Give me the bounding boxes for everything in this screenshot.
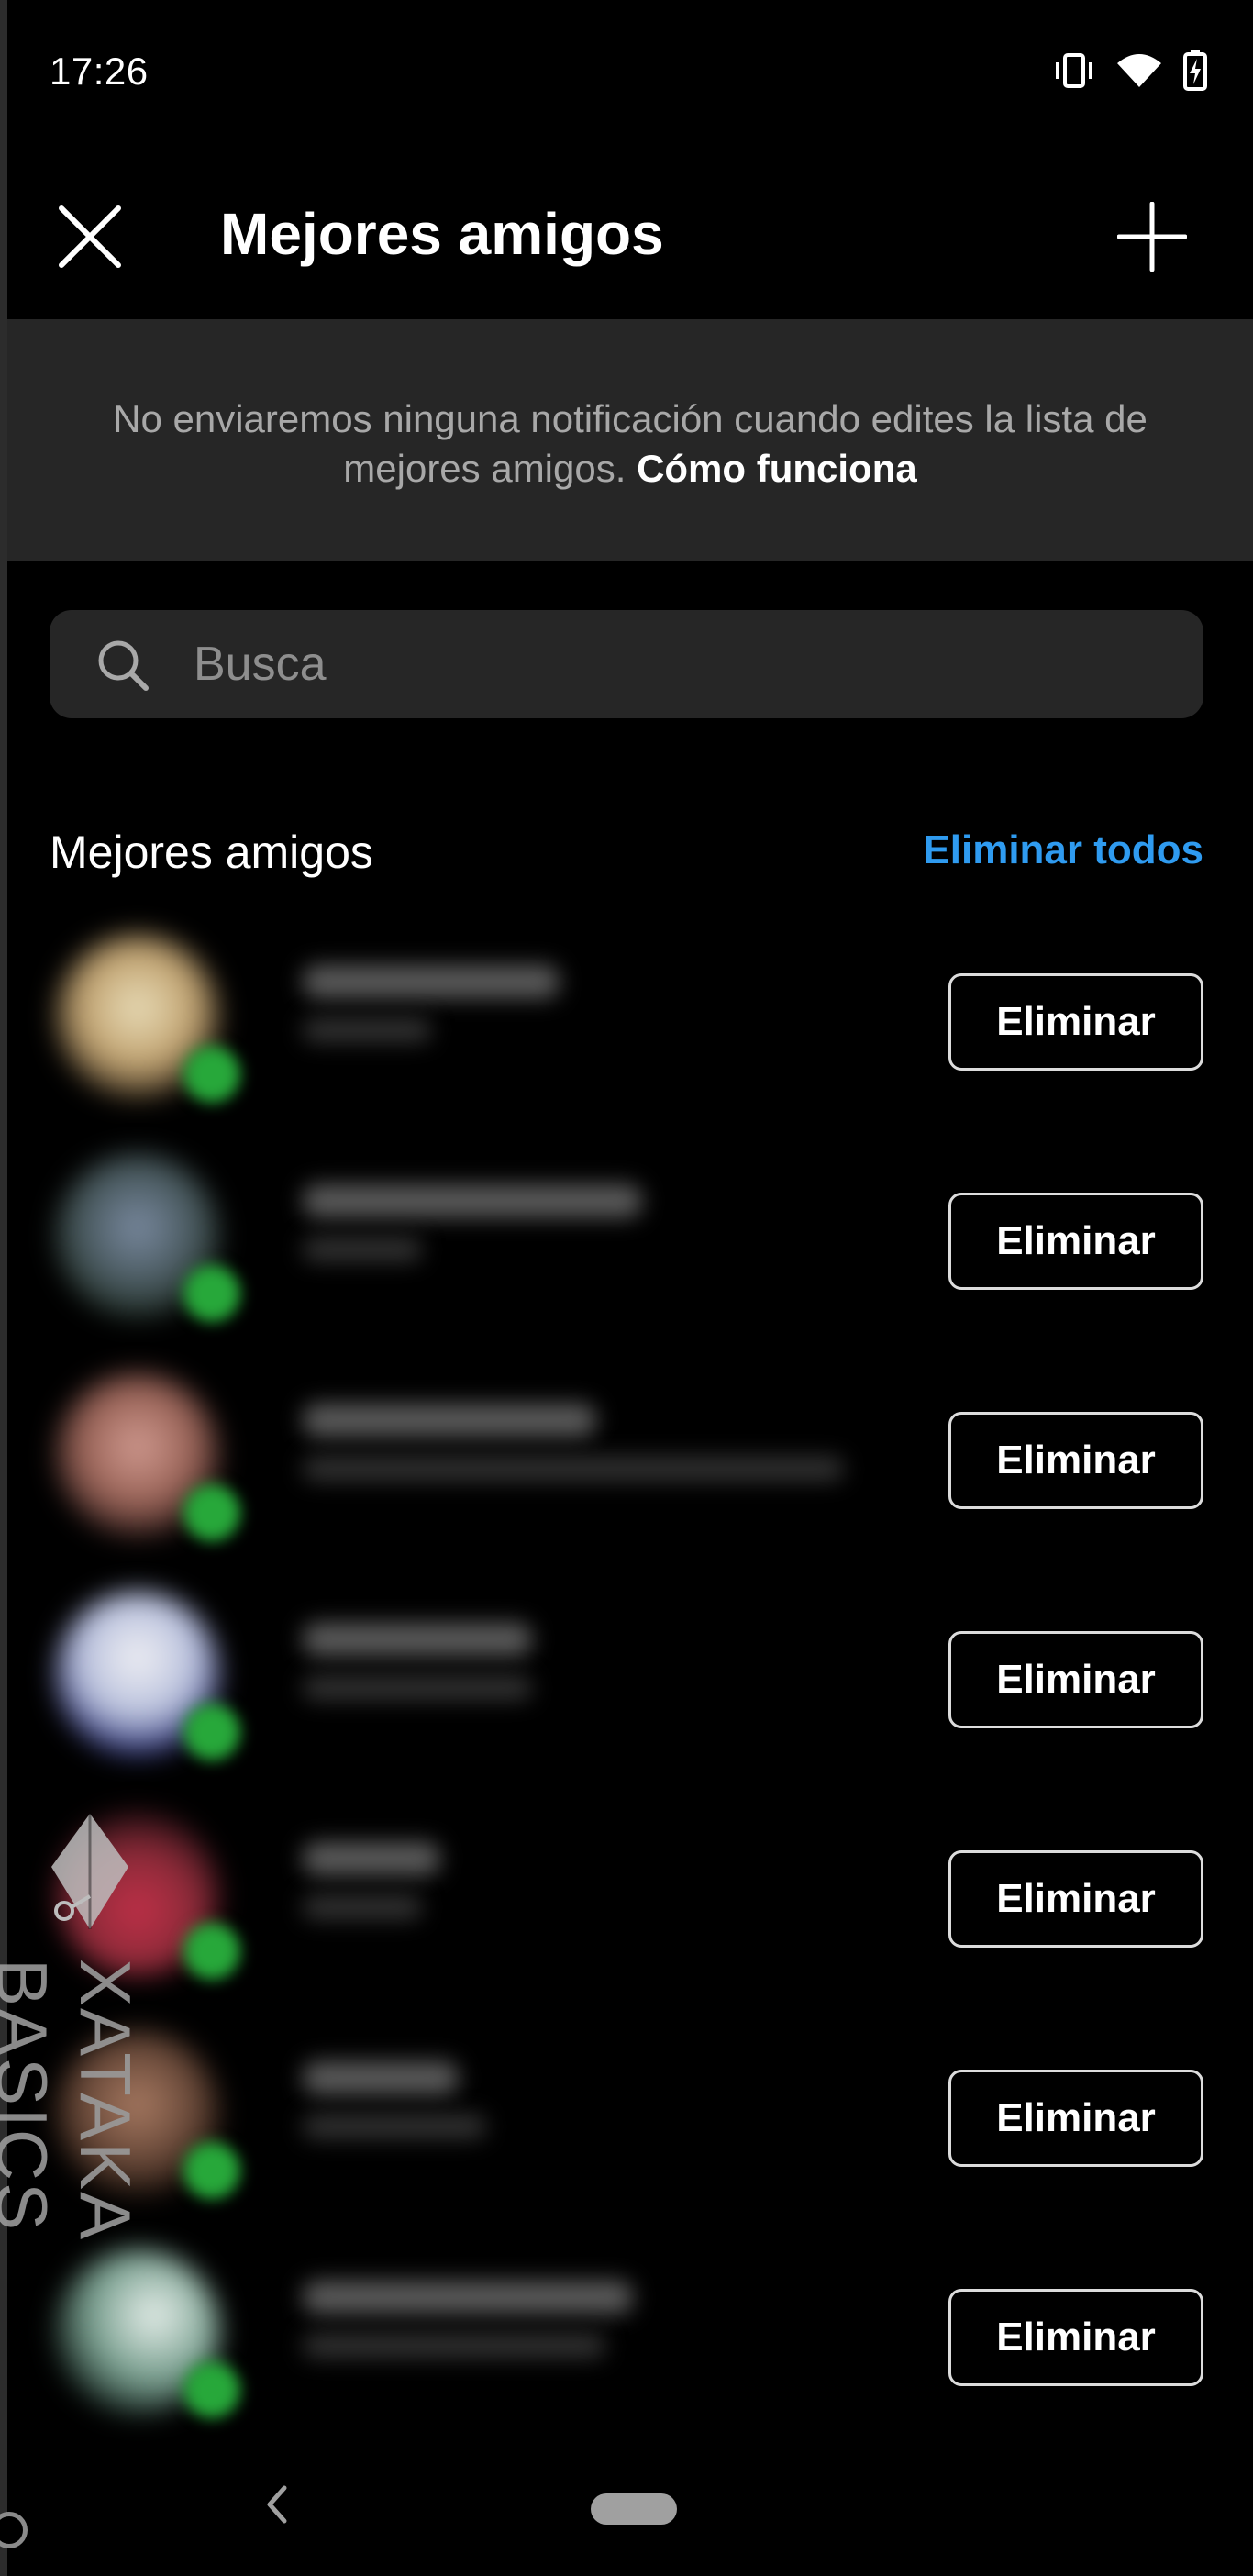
blurred-username bbox=[303, 1404, 596, 1437]
blurred-full-name bbox=[303, 1457, 844, 1481]
back-icon[interactable] bbox=[255, 2477, 301, 2532]
wifi-icon bbox=[1115, 52, 1163, 89]
blurred-full-name bbox=[303, 1895, 422, 1919]
blurred-username bbox=[303, 965, 560, 998]
vibrate-icon bbox=[1053, 52, 1095, 89]
remove-button[interactable]: Eliminar bbox=[948, 1850, 1203, 1948]
system-navigation-bar bbox=[7, 2440, 1253, 2576]
watermark-text: XATAKA BASICS bbox=[0, 1959, 146, 2237]
remove-button[interactable]: Eliminar bbox=[948, 1193, 1203, 1290]
blurred-full-name bbox=[303, 2115, 486, 2138]
friend-row: Eliminar bbox=[0, 1785, 1253, 2004]
remove-button[interactable]: Eliminar bbox=[948, 2070, 1203, 2167]
blurred-full-name bbox=[303, 1238, 422, 1261]
friend-row: Eliminar bbox=[0, 1566, 1253, 1785]
status-bar: 17:26 bbox=[7, 0, 1253, 151]
remove-button[interactable]: Eliminar bbox=[948, 973, 1203, 1071]
blurred-username bbox=[303, 2281, 633, 2314]
blurred-username bbox=[303, 2061, 459, 2094]
remove-button[interactable]: Eliminar bbox=[948, 2289, 1203, 2386]
online-status-dot bbox=[183, 1484, 240, 1541]
blurred-username bbox=[303, 1184, 642, 1217]
blurred-username bbox=[303, 1623, 532, 1656]
blurred-full-name bbox=[303, 2334, 605, 2358]
close-button[interactable] bbox=[49, 197, 131, 280]
online-status-dot bbox=[183, 1704, 240, 1760]
battery-charging-icon bbox=[1183, 50, 1207, 91]
remove-button[interactable]: Eliminar bbox=[948, 1412, 1203, 1509]
friend-row: Eliminar bbox=[0, 1127, 1253, 1347]
page-title: Mejores amigos bbox=[220, 201, 664, 267]
watermark-logo-icon bbox=[44, 1812, 136, 1936]
search-input[interactable] bbox=[194, 632, 1167, 696]
friend-row: Eliminar bbox=[0, 2004, 1253, 2224]
notice-text: No enviaremos ninguna notificación cuand… bbox=[62, 394, 1198, 494]
search-icon bbox=[95, 638, 150, 697]
friend-row: Eliminar bbox=[0, 908, 1253, 1127]
add-friend-button[interactable] bbox=[1106, 193, 1198, 284]
friend-row: Eliminar bbox=[0, 2224, 1253, 2443]
status-icons bbox=[1053, 50, 1207, 91]
watermark: XATAKA BASICS bbox=[0, 1812, 163, 2491]
blurred-username bbox=[303, 1842, 440, 1875]
blurred-full-name bbox=[303, 1018, 431, 1042]
online-status-dot bbox=[183, 2142, 240, 2199]
online-status-dot bbox=[183, 1265, 240, 1322]
remove-button[interactable]: Eliminar bbox=[948, 1631, 1203, 1728]
online-status-dot bbox=[183, 2361, 240, 2418]
notice-message: No enviaremos ninguna notificación cuand… bbox=[113, 397, 1148, 490]
remove-all-button[interactable]: Eliminar todos bbox=[923, 827, 1203, 873]
search-bar[interactable] bbox=[50, 610, 1203, 718]
plus-icon bbox=[1116, 201, 1188, 276]
online-status-dot bbox=[183, 1923, 240, 1980]
info-notice: No enviaremos ninguna notificación cuand… bbox=[7, 319, 1253, 561]
status-time: 17:26 bbox=[50, 50, 149, 93]
home-pill-icon[interactable] bbox=[591, 2493, 677, 2525]
friend-row: Eliminar bbox=[0, 1347, 1253, 1566]
blurred-full-name bbox=[303, 1676, 532, 1700]
top-app-bar: Mejores amigos bbox=[7, 151, 1253, 319]
close-icon bbox=[58, 205, 122, 273]
online-status-dot bbox=[183, 1046, 240, 1103]
section-title: Mejores amigos bbox=[50, 827, 373, 878]
how-it-works-link[interactable]: Cómo funciona bbox=[637, 447, 917, 490]
